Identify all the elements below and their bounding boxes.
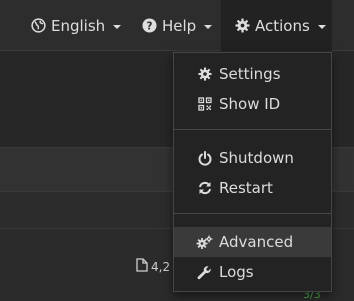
file-count-text: 4,2 — [151, 259, 171, 274]
menu-item-shutdown[interactable]: Shutdown — [174, 143, 331, 173]
menu-item-label: Logs — [219, 263, 254, 281]
gear-icon — [196, 67, 213, 81]
menu-item-restart[interactable]: Restart — [174, 173, 331, 203]
menu-item-label: Shutdown — [219, 149, 294, 167]
actions-menu[interactable]: Actions — [221, 0, 332, 51]
menu-item-logs[interactable]: Logs — [174, 257, 331, 287]
globe-icon — [31, 18, 46, 33]
qrcode-icon — [196, 97, 213, 111]
wrench-icon — [196, 265, 213, 280]
caret-down-icon — [204, 24, 213, 29]
language-menu[interactable]: English — [31, 0, 122, 51]
file-icon — [136, 258, 151, 275]
help-menu[interactable]: ? Help — [142, 0, 213, 51]
caret-down-icon — [317, 24, 326, 29]
top-navbar: English ? Help Actions — [0, 0, 354, 51]
menu-divider — [174, 129, 331, 130]
menu-item-label: Show ID — [219, 95, 281, 113]
gears-icon — [196, 235, 213, 250]
actions-label: Actions — [255, 16, 310, 35]
file-count-stat: 4,2 — [136, 258, 170, 275]
caret-down-icon — [113, 24, 122, 29]
power-icon — [196, 150, 213, 166]
menu-item-label: Restart — [219, 179, 273, 197]
actions-dropdown: Settings Show ID Shutdown Restart Advanc… — [173, 52, 332, 292]
refresh-icon — [196, 181, 213, 195]
help-label: Help — [162, 16, 197, 35]
menu-divider — [174, 213, 331, 214]
question-circle-icon: ? — [142, 18, 157, 33]
menu-item-advanced[interactable]: Advanced — [174, 227, 331, 257]
gear-icon — [235, 18, 250, 33]
menu-item-label: Settings — [219, 65, 281, 83]
language-label: English — [51, 16, 106, 35]
svg-text:?: ? — [147, 20, 153, 32]
menu-item-label: Advanced — [219, 233, 294, 251]
menu-item-show-id[interactable]: Show ID — [174, 89, 331, 119]
menu-item-settings[interactable]: Settings — [174, 59, 331, 89]
